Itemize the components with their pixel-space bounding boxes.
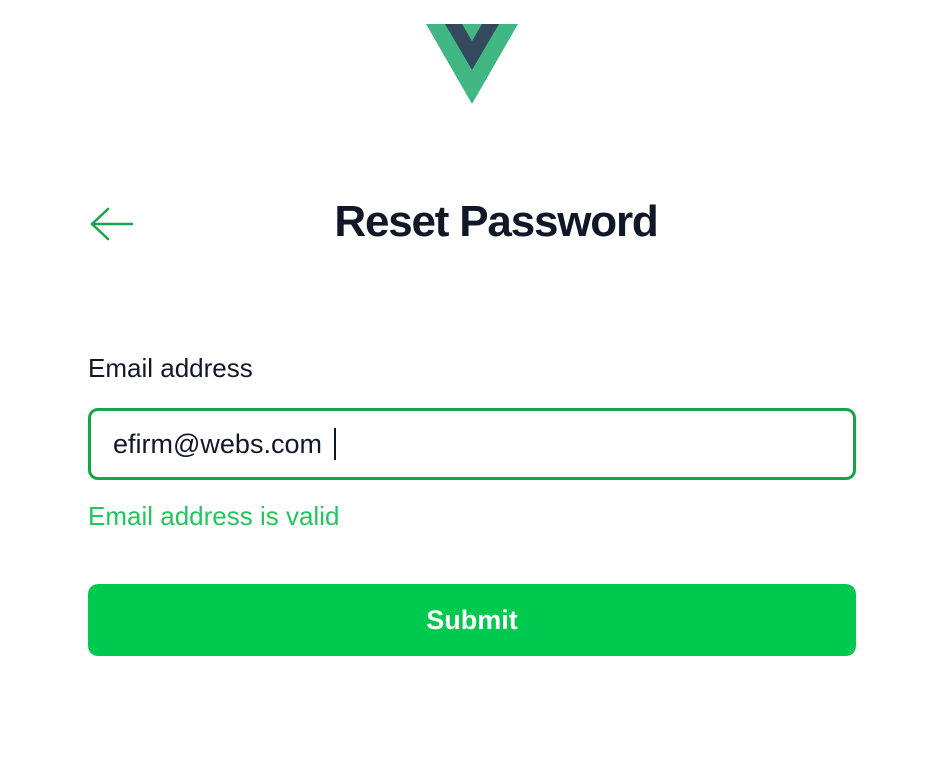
email-label: Email address (88, 353, 253, 383)
arrow-left-icon (90, 207, 134, 241)
page-title: Reset Password (0, 192, 946, 252)
email-field[interactable] (88, 408, 856, 480)
text-cursor (334, 428, 336, 460)
submit-button[interactable]: Submit (88, 584, 856, 656)
vue-logo (426, 24, 518, 104)
validation-message: Email address is valid (88, 501, 340, 531)
page-title-text: Reset Password (334, 197, 658, 246)
back-button[interactable] (88, 202, 136, 246)
